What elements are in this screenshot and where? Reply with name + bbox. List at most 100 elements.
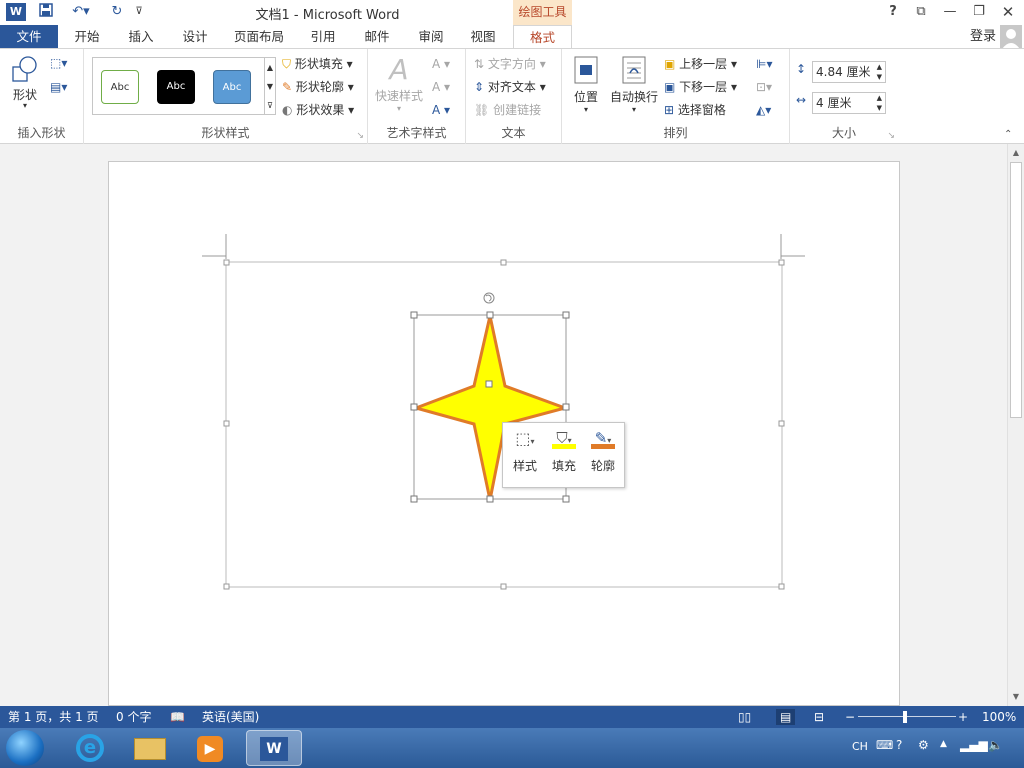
scroll-thumb[interactable] <box>1010 162 1022 418</box>
read-mode-icon[interactable]: ▯▯ <box>738 709 751 725</box>
volume-icon[interactable]: 🔈 <box>988 738 1003 752</box>
width-spinner[interactable]: 4 厘米 ▲ ▼ <box>812 92 886 114</box>
selection-pane-button[interactable]: ⊞ 选择窗格 <box>664 102 726 118</box>
start-button[interactable] <box>6 730 44 766</box>
arrange-group: 位置 ▾ 自动换行 ▾ ▣ 上移一层 ▾ ▣ 下移一层 ▾ ⊞ 选择窗格 ⊫▾ … <box>562 49 790 144</box>
style-sample-outline[interactable]: Abc <box>101 70 139 104</box>
text-box-icon[interactable]: ▤▾ <box>50 79 67 95</box>
create-link-button[interactable]: ⛓ 创建链接 <box>474 102 541 118</box>
shape-styles-group: Abc Abc Abc ▲ ▼ ⊽ ⛉ 形状填充 ▾ ✎ 形状轮廓 ▾ ◐ 形状效果… <box>84 49 368 144</box>
ribbon-display-options-icon[interactable]: ⧉ <box>910 2 932 22</box>
tab-home[interactable]: 开始 <box>62 25 112 49</box>
style-sample-blue[interactable]: Abc <box>213 70 251 104</box>
size-dialog-launcher-icon[interactable]: ↘ <box>887 131 895 141</box>
save-icon[interactable] <box>36 3 56 21</box>
mini-fill-button[interactable]: ⛉▾ 填充 <box>546 429 582 483</box>
sign-in-link[interactable]: 登录 <box>960 27 996 47</box>
group-icon[interactable]: ⊡▾ <box>756 79 772 95</box>
fill-icon: ⛉▾ <box>546 429 582 457</box>
height-spinner[interactable]: 4.84 厘米 ▲ ▼ <box>812 61 886 83</box>
tab-page-layout[interactable]: 页面布局 <box>228 25 290 49</box>
wrap-text-icon <box>622 56 646 84</box>
zoom-slider[interactable] <box>858 716 956 717</box>
height-icon: ↕ <box>796 62 807 76</box>
print-layout-icon[interactable]: ▤ <box>776 709 796 725</box>
restore-icon[interactable]: ❐ <box>968 2 990 22</box>
shape-fill-button[interactable]: ⛉ 形状填充 ▾ <box>282 56 353 72</box>
settings-tray-icon[interactable]: ⚙ <box>918 738 929 752</box>
wrap-text-button[interactable]: 自动换行 ▾ <box>608 55 660 114</box>
help-icon[interactable]: ? <box>882 2 904 22</box>
taskbar: e ▶ W CH ⌨ ? ⚙ ▲ ▂▄▆ 🔈 <box>0 728 1024 768</box>
edit-shape-icon[interactable]: ⬚▾ <box>50 55 67 71</box>
title-bar: W ↶▾ ↻ ⊽ 文档1 - Microsoft Word 绘图工具 ? ⧉ —… <box>0 0 1024 25</box>
word-count[interactable]: 0 个字 <box>116 709 151 725</box>
shapes-label: 形状 <box>12 88 37 102</box>
close-icon[interactable]: ✕ <box>997 2 1019 22</box>
gallery-scroll[interactable]: ▲ ▼ ⊽ <box>264 57 276 115</box>
width-icon: ↔ <box>796 93 807 107</box>
shape-outline-button[interactable]: ✎ 形状轮廓 ▾ <box>282 79 354 95</box>
text-direction-button[interactable]: ⇅ 文字方向 ▾ <box>474 56 546 72</box>
ribbon: 形状 ▾ ⬚▾ ▤▾ 插入形状 Abc Abc Abc ▲ ▼ ⊽ ⛉ 形状填充 ▾… <box>0 48 1024 144</box>
align-text-button[interactable]: ⇕ 对齐文本 ▾ <box>474 79 546 95</box>
tab-view[interactable]: 视图 <box>458 25 508 49</box>
minimize-icon[interactable]: — <box>939 2 961 22</box>
text-effects-icon[interactable]: A ▾ <box>432 102 450 118</box>
network-icon[interactable]: ▂▄▆ <box>960 738 988 752</box>
word-taskbar-icon[interactable]: W <box>246 730 302 766</box>
help-tray-icon[interactable]: ? <box>896 738 902 752</box>
tab-insert[interactable]: 插入 <box>116 25 166 49</box>
tab-format[interactable]: 格式 <box>513 25 572 50</box>
vertical-scrollbar[interactable]: ▲ ▼ <box>1007 144 1024 706</box>
proofing-icon[interactable]: 📖 <box>170 709 185 725</box>
shape-effects-button[interactable]: ◐ 形状效果 ▾ <box>282 102 354 118</box>
undo-icon[interactable]: ↶▾ <box>66 3 96 21</box>
style-icon: ⬚▾ <box>515 429 535 448</box>
web-layout-icon[interactable]: ⊟ <box>814 709 824 725</box>
tab-design[interactable]: 设计 <box>170 25 220 49</box>
tab-references[interactable]: 引用 <box>298 25 348 49</box>
media-player-icon[interactable]: ▶ <box>182 730 238 766</box>
text-outline-icon[interactable]: A ▾ <box>432 79 450 95</box>
shape-styles-group-label: 形状样式 <box>201 126 250 140</box>
tab-mailings[interactable]: 邮件 <box>352 25 402 49</box>
insert-shapes-group-label: 插入形状 <box>17 126 66 140</box>
page-margin-marks <box>202 234 805 259</box>
customize-qat-icon[interactable]: ⊽ <box>132 3 146 21</box>
redo-icon[interactable]: ↻ <box>106 3 128 21</box>
align-icon[interactable]: ⊫▾ <box>756 56 772 72</box>
mini-outline-button[interactable]: ✎▾ 轮廓 <box>585 429 621 483</box>
zoom-out-icon[interactable]: − <box>845 709 855 725</box>
scroll-down-icon[interactable]: ▼ <box>1009 690 1023 704</box>
send-backward-button[interactable]: ▣ 下移一层 ▾ <box>664 79 737 95</box>
rotate-icon[interactable]: ◭▾ <box>756 102 771 118</box>
fill-bucket-icon: ⛉ <box>282 57 292 71</box>
zoom-in-icon[interactable]: + <box>958 709 968 725</box>
show-hidden-icons[interactable]: ▲ <box>940 739 947 749</box>
text-fill-icon[interactable]: A ▾ <box>432 56 450 72</box>
zoom-level[interactable]: 100% <box>982 709 1016 725</box>
tab-review[interactable]: 审阅 <box>406 25 456 49</box>
word-app-icon[interactable]: W <box>6 3 26 21</box>
tab-file[interactable]: 文件 <box>0 25 58 49</box>
internet-explorer-icon[interactable]: e <box>62 730 118 766</box>
page-info[interactable]: 第 1 页，共 1 页 <box>8 709 99 725</box>
rotate-handle-icon[interactable] <box>483 292 495 304</box>
avatar[interactable] <box>1000 25 1022 49</box>
dialog-launcher-icon[interactable]: ↘ <box>356 131 364 141</box>
keyboard-icon[interactable]: ⌨ <box>876 738 893 752</box>
ime-indicator[interactable]: CH <box>852 740 868 753</box>
position-button[interactable]: 位置 ▾ <box>568 55 604 114</box>
selection-pane-icon: ⊞ <box>664 103 675 117</box>
language[interactable]: 英语(美国) <box>202 709 259 725</box>
style-sample-black[interactable]: Abc <box>157 70 195 104</box>
shapes-button[interactable]: 形状 ▾ <box>8 55 42 115</box>
mini-style-button[interactable]: ⬚▾ 样式 <box>507 429 543 483</box>
quick-styles-button[interactable]: A 快速样式 ▾ <box>374 53 424 113</box>
file-explorer-icon[interactable] <box>122 730 178 766</box>
scroll-up-icon[interactable]: ▲ <box>1009 146 1023 160</box>
bring-forward-button[interactable]: ▣ 上移一层 ▾ <box>664 56 737 72</box>
zoom-slider-thumb[interactable] <box>903 711 907 723</box>
collapse-ribbon-icon[interactable]: ⌃ <box>1004 129 1012 140</box>
